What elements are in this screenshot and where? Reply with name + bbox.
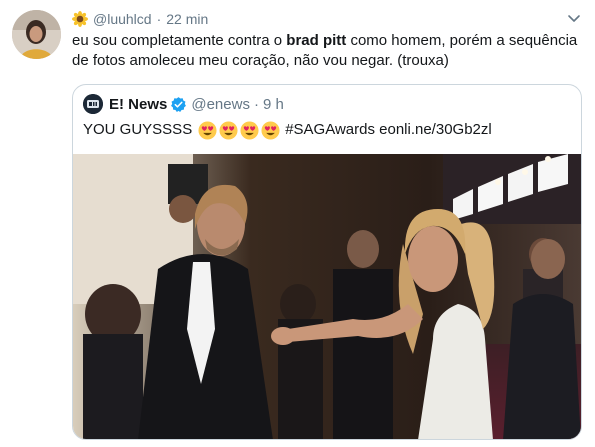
heart-eyes-emoji-icon — [240, 120, 259, 140]
heart-eyes-emoji-icon — [219, 120, 238, 140]
quoted-text-before: YOU GUYSSSS — [83, 121, 193, 138]
emoji-group — [198, 120, 282, 140]
quoted-handle[interactable]: @enews — [191, 96, 250, 113]
user-avatar[interactable] — [12, 10, 61, 59]
quoted-tweet[interactable]: E! News @enews · 9 h YOU GUYSSSS #SAGAwa… — [72, 84, 582, 440]
quoted-text-after: #SAGAwards eonli.ne/30Gb2zl — [285, 121, 492, 138]
heart-eyes-emoji-icon — [198, 120, 217, 140]
quoted-timestamp[interactable]: 9 h — [263, 96, 284, 113]
quoted-tweet-header: E! News @enews · 9 h — [83, 94, 284, 114]
tweet-text: eu sou completamente contra o brad pitt … — [72, 31, 582, 71]
separator-dot: · — [156, 11, 162, 27]
tweet-header: @luuhlcd · 22 min — [72, 10, 208, 28]
quoted-avatar[interactable] — [83, 94, 103, 114]
verified-badge-icon — [171, 96, 187, 112]
tweet-timestamp[interactable]: 22 min — [166, 11, 208, 27]
tweet[interactable]: @luuhlcd · 22 min eu sou completamente c… — [0, 0, 595, 447]
quoted-tweet-text: YOU GUYSSSS #SAGAwards eonli.ne/30Gb2zl — [83, 120, 492, 140]
chevron-down-icon[interactable] — [566, 12, 582, 26]
quoted-display-name[interactable]: E! News — [109, 96, 167, 113]
user-handle[interactable]: @luuhlcd — [93, 11, 152, 27]
sunflower-icon — [72, 11, 88, 27]
quoted-photo[interactable] — [73, 154, 581, 439]
tweet-text-part1: eu sou completamente contra o — [72, 32, 287, 49]
quoted-separator-dot: · — [253, 95, 259, 113]
heart-eyes-emoji-icon — [261, 120, 280, 140]
tweet-text-bold: brad pitt — [286, 32, 347, 49]
